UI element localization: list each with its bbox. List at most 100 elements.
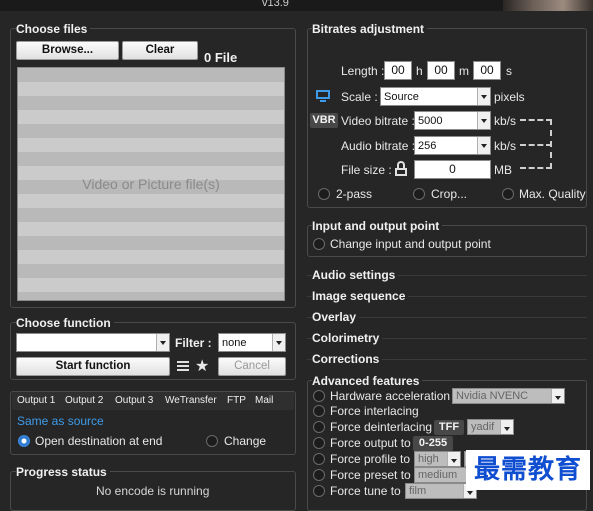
length-hours-input[interactable]: 00 — [384, 61, 412, 80]
tab-output-3[interactable]: Output 3 — [115, 395, 153, 406]
audio-bitrate-select[interactable]: 256 — [414, 136, 491, 155]
scale-select[interactable]: Source — [380, 87, 491, 106]
scale-value: Source — [384, 91, 419, 103]
chevron-down-icon — [477, 88, 490, 105]
chevron-down-icon — [500, 420, 513, 434]
video-kbs-unit: kb/s — [494, 114, 517, 128]
length-label: Length : — [341, 64, 385, 78]
video-bitrate-value: 5000 — [418, 115, 443, 127]
audio-bitrate-value: 256 — [418, 140, 437, 152]
watermark-logo: 最需教育 — [466, 450, 590, 490]
chevron-down-icon — [477, 137, 490, 154]
filter-value: none — [222, 337, 247, 349]
io-point-label: Change input and output point — [330, 237, 491, 251]
tab-output-1[interactable]: Output 1 — [17, 395, 55, 406]
change-label: Change — [224, 434, 267, 448]
interlacing-radio[interactable] — [313, 405, 325, 417]
file-size-input[interactable]: 0 — [414, 160, 491, 179]
max-quality-radio[interactable] — [502, 188, 514, 200]
tune-value: film — [409, 485, 427, 497]
tune-radio[interactable] — [313, 485, 325, 497]
profile-label: Force profile to : — [330, 452, 417, 466]
change-radio[interactable] — [206, 435, 218, 447]
output-range-badge[interactable]: 0-255 — [413, 436, 453, 451]
choose-function-title: Choose function — [16, 316, 114, 330]
mb-unit: MB — [494, 163, 512, 177]
io-point-title: Input and output point — [312, 219, 443, 233]
hours-unit: h — [416, 64, 423, 78]
hw-accel-select[interactable]: Nvidia NVENC — [452, 388, 565, 404]
progress-status: No encode is running — [96, 484, 210, 498]
file-count: 0 File — [204, 50, 238, 65]
max-quality-label: Max. Quality — [519, 187, 586, 201]
two-pass-radio[interactable] — [318, 188, 330, 200]
video-bitrate-label: Video bitrate : — [341, 114, 415, 128]
chevron-down-icon — [551, 389, 564, 403]
length-minutes-input[interactable]: 00 — [427, 61, 455, 80]
tune-label: Force tune to : — [330, 484, 408, 498]
video-bitrate-select[interactable]: 5000 — [414, 111, 491, 130]
monitor-icon — [316, 90, 330, 102]
tab-ftp[interactable]: FTP — [227, 395, 246, 406]
function-select[interactable] — [16, 333, 170, 352]
chevron-down-icon — [447, 452, 460, 466]
clear-button[interactable]: Clear — [122, 41, 198, 60]
filter-select[interactable]: none — [218, 333, 286, 352]
choose-files-title: Choose files — [16, 22, 91, 36]
star-icon[interactable]: ★ — [195, 356, 209, 376]
output-range-label: Force output to : — [330, 436, 418, 450]
file-size-label: File size : — [341, 163, 392, 177]
two-pass-label: 2-pass — [336, 187, 373, 201]
same-as-source-link[interactable]: Same as source — [17, 414, 104, 428]
title-bar-image — [503, 0, 593, 11]
chevron-down-icon — [272, 334, 285, 351]
open-destination-label: Open destination at end — [35, 434, 163, 448]
file-drop-zone[interactable]: Video or Picture file(s) — [17, 67, 285, 301]
filter-label: Filter : — [175, 336, 212, 350]
tab-output-2[interactable]: Output 2 — [65, 395, 103, 406]
start-function-button[interactable]: Start function — [16, 357, 170, 376]
preset-label: Force preset to : — [330, 468, 418, 482]
section-colorimetry[interactable]: Colorimetry — [312, 331, 383, 345]
bitrate-link-bracket-inner — [520, 144, 552, 146]
io-point-radio[interactable] — [313, 238, 325, 250]
vbr-badge[interactable]: VBR — [310, 113, 338, 128]
bitrates-title: Bitrates adjustment — [312, 22, 428, 36]
chevron-down-icon — [477, 112, 490, 129]
chevron-down-icon — [156, 334, 169, 351]
hw-accel-radio[interactable] — [313, 390, 325, 402]
unlock-icon[interactable] — [395, 161, 409, 177]
section-corrections[interactable]: Corrections — [312, 352, 383, 366]
tab-wetransfer[interactable]: WeTransfer — [165, 395, 217, 406]
progress-title: Progress status — [16, 465, 110, 479]
output-range-radio[interactable] — [313, 437, 325, 449]
hw-accel-label: Hardware acceleration : — [330, 389, 457, 403]
section-image-sequence[interactable]: Image sequence — [312, 289, 409, 303]
open-destination-radio[interactable] — [18, 435, 30, 447]
list-icon[interactable] — [177, 361, 189, 372]
tff-badge[interactable]: TFF — [434, 420, 464, 435]
advanced-title: Advanced features — [312, 374, 423, 388]
browse-button[interactable]: Browse... — [16, 41, 119, 60]
preset-radio[interactable] — [313, 469, 325, 481]
tab-mail[interactable]: Mail — [255, 395, 273, 406]
crop-radio[interactable] — [413, 188, 425, 200]
profile-radio[interactable] — [313, 453, 325, 465]
profile-select[interactable]: high — [414, 451, 461, 467]
deinterlace-select[interactable]: yadif — [467, 419, 514, 435]
deinterlace-value: yadif — [471, 421, 495, 433]
interlacing-label: Force interlacing — [330, 404, 419, 418]
deinterlacing-label: Force deinterlacing : — [330, 420, 439, 434]
seconds-unit: s — [506, 64, 512, 78]
app-version: v13.9 — [262, 0, 289, 9]
section-overlay[interactable]: Overlay — [312, 310, 360, 324]
hw-accel-value: Nvidia NVENC — [456, 390, 529, 402]
section-audio-settings[interactable]: Audio settings — [312, 268, 399, 282]
preset-value: medium — [418, 469, 458, 481]
audio-kbs-unit: kb/s — [494, 139, 517, 153]
cancel-button[interactable]: Cancel — [218, 357, 286, 376]
audio-bitrate-label: Audio bitrate : — [341, 139, 416, 153]
deinterlacing-radio[interactable] — [313, 421, 325, 433]
crop-label: Crop... — [431, 187, 468, 201]
length-seconds-input[interactable]: 00 — [473, 61, 501, 80]
